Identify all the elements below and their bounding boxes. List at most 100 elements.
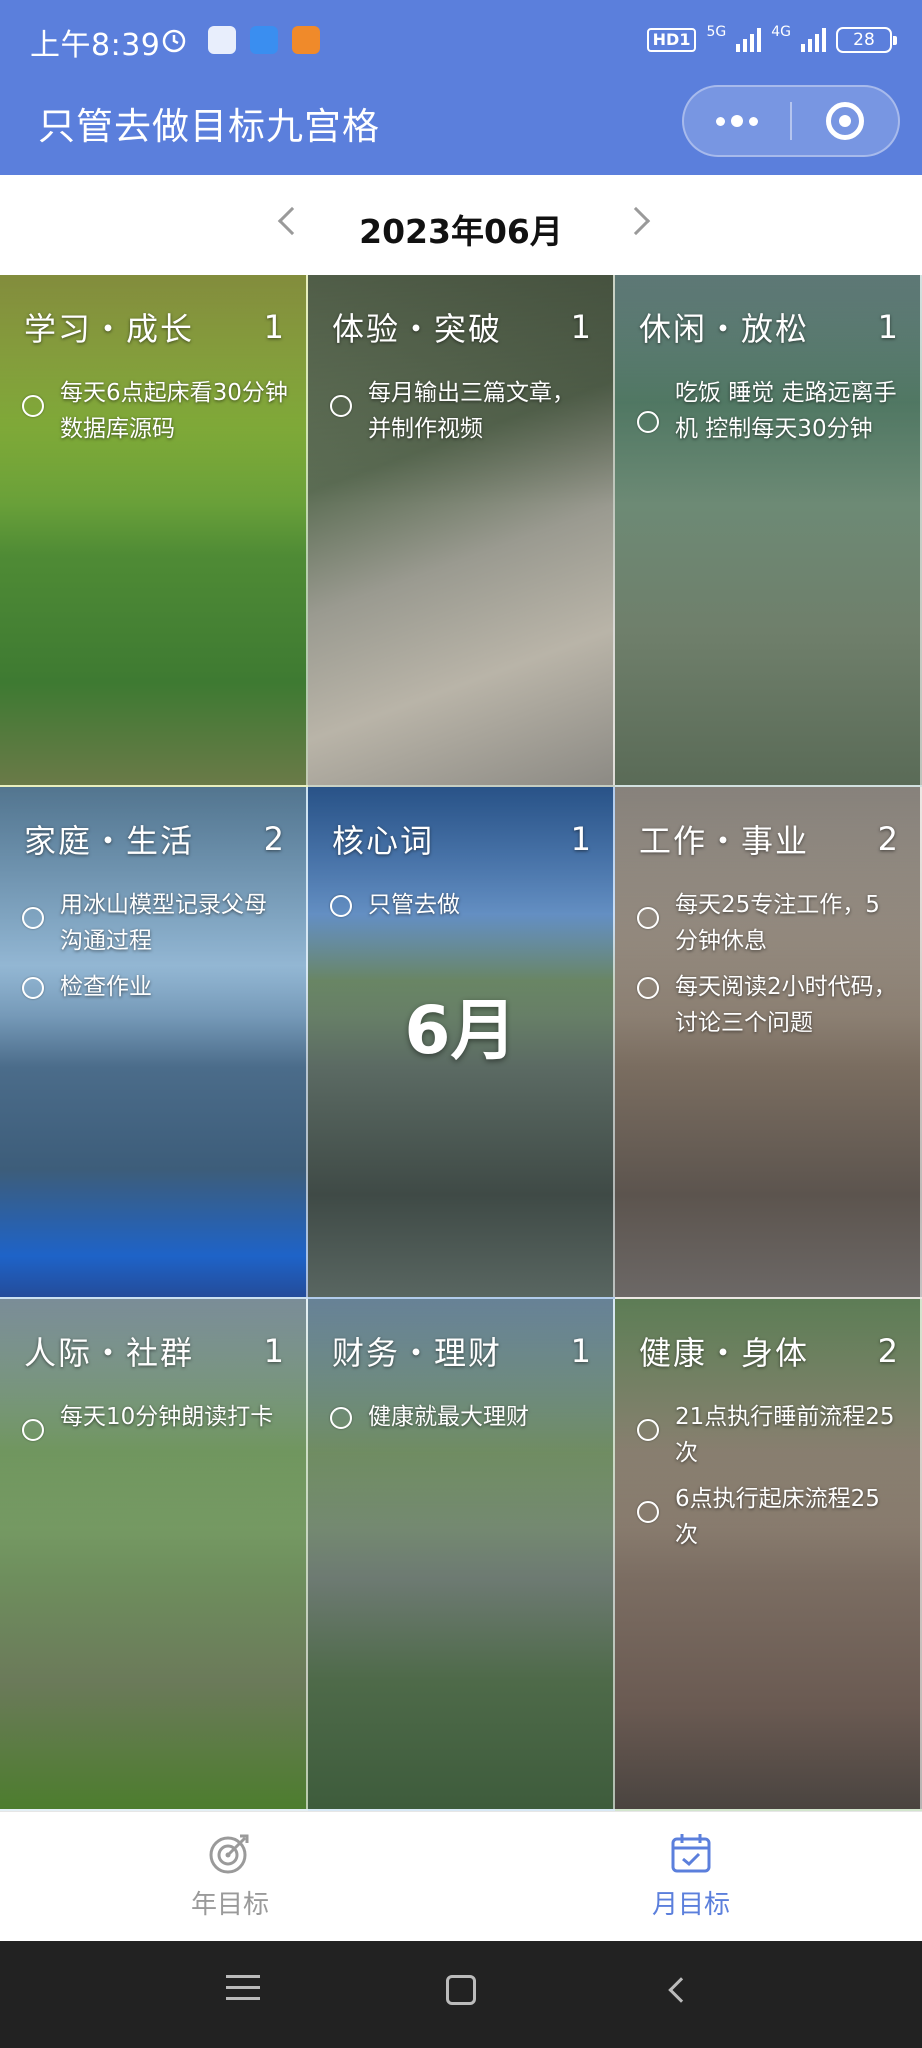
cell-title: 休闲・放松 bbox=[639, 310, 810, 348]
grid-cell-experience-breakthrough[interactable]: 体验・突破 1 每月输出三篇文章，并制作视频 bbox=[308, 275, 615, 787]
task-item[interactable]: 只管去做 bbox=[330, 887, 595, 923]
grid-cell-family-life[interactable]: 家庭・生活 2 用冰山模型记录父母沟通过程 检查作业 bbox=[0, 787, 308, 1299]
hd-badge: HD1 bbox=[646, 28, 697, 52]
calendar-check-icon bbox=[668, 1830, 714, 1876]
task-list: 健康就最大理财 bbox=[330, 1399, 595, 1445]
cell-title: 家庭・生活 bbox=[24, 822, 195, 860]
task-item[interactable]: 每天25专注工作，5分钟休息 bbox=[637, 887, 902, 959]
cell-title: 核心词 bbox=[332, 822, 435, 860]
cell-title: 健康・身体 bbox=[639, 1334, 810, 1372]
task-text: 每月输出三篇文章，并制作视频 bbox=[368, 380, 575, 442]
status-time: 上午8:39 bbox=[30, 28, 161, 63]
task-list: 吃饭 睡觉 走路远离手机 控制每天30分钟 bbox=[637, 375, 902, 457]
task-text: 6点执行起床流程25次 bbox=[675, 1486, 880, 1548]
signal-5g-icon bbox=[736, 28, 762, 52]
task-list: 用冰山模型记录父母沟通过程 检查作业 bbox=[22, 887, 288, 1015]
month-label: 2023年06月 bbox=[359, 212, 563, 251]
checkbox-circle-icon[interactable] bbox=[637, 411, 659, 433]
cell-count: 1 bbox=[263, 1332, 284, 1370]
task-list: 每天25专注工作，5分钟休息 每天阅读2小时代码，讨论三个问题 bbox=[637, 887, 902, 1051]
tab-year-goals[interactable]: 年目标 bbox=[130, 1830, 330, 1921]
checkbox-circle-icon[interactable] bbox=[22, 907, 44, 929]
checkbox-circle-icon[interactable] bbox=[330, 1407, 352, 1429]
task-list: 只管去做 bbox=[330, 887, 595, 933]
task-item[interactable]: 检查作业 bbox=[22, 969, 288, 1005]
cell-count: 2 bbox=[877, 1332, 898, 1370]
cell-header: 人际・社群 1 bbox=[24, 1329, 284, 1373]
cell-count: 1 bbox=[570, 308, 591, 346]
checkbox-circle-icon[interactable] bbox=[637, 977, 659, 999]
system-nav-bar bbox=[0, 1941, 922, 2048]
grid-cell-health-body[interactable]: 健康・身体 2 21点执行睡前流程25次 6点执行起床流程25次 bbox=[615, 1299, 922, 1811]
goal-grid: 学习・成长 1 每天6点起床看30分钟数据库源码 体验・突破 1 每月输出三篇文… bbox=[0, 275, 922, 1811]
checkbox-circle-icon[interactable] bbox=[22, 977, 44, 999]
task-item[interactable]: 每天6点起床看30分钟数据库源码 bbox=[22, 375, 288, 447]
cell-count: 2 bbox=[263, 820, 284, 858]
cell-header: 健康・身体 2 bbox=[639, 1329, 898, 1373]
task-item[interactable]: 6点执行起床流程25次 bbox=[637, 1481, 902, 1553]
tab-month-goals[interactable]: 月目标 bbox=[591, 1830, 791, 1921]
title-bar: 只管去做目标九宫格 bbox=[0, 82, 922, 175]
task-text: 每天25专注工作，5分钟休息 bbox=[675, 892, 880, 954]
bottom-tab-bar: 年目标 月目标 bbox=[0, 1811, 922, 1941]
checkbox-circle-icon[interactable] bbox=[22, 1419, 44, 1441]
cell-header: 休闲・放松 1 bbox=[639, 305, 898, 349]
grid-cell-work-career[interactable]: 工作・事业 2 每天25专注工作，5分钟休息 每天阅读2小时代码，讨论三个问题 bbox=[615, 787, 922, 1299]
cell-header: 核心词 1 bbox=[332, 817, 591, 861]
task-item[interactable]: 用冰山模型记录父母沟通过程 bbox=[22, 887, 288, 959]
task-text: 用冰山模型记录父母沟通过程 bbox=[60, 892, 267, 954]
task-item[interactable]: 吃饭 睡觉 走路远离手机 控制每天30分钟 bbox=[637, 375, 902, 447]
checkbox-circle-icon[interactable] bbox=[637, 907, 659, 929]
task-text: 健康就最大理财 bbox=[368, 1404, 529, 1430]
cell-header: 学习・成长 1 bbox=[24, 305, 284, 349]
miniprogram-capsule bbox=[682, 85, 900, 157]
grid-cell-study-growth[interactable]: 学习・成长 1 每天6点起床看30分钟数据库源码 bbox=[0, 275, 308, 787]
cell-count: 2 bbox=[877, 820, 898, 858]
status-right: HD1 5G 4G 28 bbox=[646, 22, 897, 58]
app-notification-icon bbox=[208, 26, 236, 54]
menu-icon[interactable] bbox=[226, 1975, 260, 2008]
cell-header: 财务・理财 1 bbox=[332, 1329, 591, 1373]
task-text: 检查作业 bbox=[60, 974, 152, 1000]
task-item[interactable]: 健康就最大理财 bbox=[330, 1399, 595, 1435]
grid-cell-social-community[interactable]: 人际・社群 1 每天10分钟朗读打卡 bbox=[0, 1299, 308, 1811]
task-item[interactable]: 21点执行睡前流程25次 bbox=[637, 1399, 902, 1471]
more-dots-icon[interactable] bbox=[684, 87, 790, 155]
tab-label: 年目标 bbox=[190, 1890, 269, 1920]
task-text: 21点执行睡前流程25次 bbox=[675, 1404, 895, 1466]
grid-cell-core-word[interactable]: 核心词 1 只管去做 6月 bbox=[308, 787, 615, 1299]
checkbox-circle-icon[interactable] bbox=[637, 1419, 659, 1441]
checkbox-circle-icon[interactable] bbox=[330, 395, 352, 417]
month-navigator: 2023年06月 bbox=[0, 175, 922, 275]
task-item[interactable]: 每天10分钟朗读打卡 bbox=[22, 1399, 288, 1441]
alarm-icon bbox=[160, 26, 188, 54]
cell-count: 1 bbox=[570, 1332, 591, 1370]
cell-title: 体验・突破 bbox=[332, 310, 503, 348]
cell-count: 1 bbox=[263, 308, 284, 346]
page-title: 只管去做目标九宫格 bbox=[38, 105, 380, 148]
task-text: 吃饭 睡觉 走路远离手机 控制每天30分钟 bbox=[675, 380, 897, 442]
grid-cell-finance[interactable]: 财务・理财 1 健康就最大理财 bbox=[308, 1299, 615, 1811]
task-list: 每天10分钟朗读打卡 bbox=[22, 1399, 288, 1451]
task-text: 只管去做 bbox=[368, 892, 460, 918]
checkbox-circle-icon[interactable] bbox=[637, 1501, 659, 1523]
net-label-4g: 4G bbox=[771, 24, 791, 40]
checkbox-circle-icon[interactable] bbox=[330, 895, 352, 917]
task-item[interactable]: 每月输出三篇文章，并制作视频 bbox=[330, 375, 595, 447]
task-text: 每天阅读2小时代码，讨论三个问题 bbox=[675, 974, 897, 1036]
cell-header: 家庭・生活 2 bbox=[24, 817, 284, 861]
game-notification-icon bbox=[292, 26, 320, 54]
cell-count: 1 bbox=[877, 308, 898, 346]
cell-title: 学习・成长 bbox=[24, 310, 195, 348]
battery-level: 28 bbox=[853, 30, 875, 50]
target-close-icon[interactable] bbox=[792, 87, 898, 155]
cell-count: 1 bbox=[570, 820, 591, 858]
back-icon[interactable] bbox=[668, 1977, 694, 2003]
task-item[interactable]: 每天阅读2小时代码，讨论三个问题 bbox=[637, 969, 902, 1041]
top-bar: 上午8:39 HD1 5G 4G 28 只管去做目标九宫格 bbox=[0, 0, 922, 175]
tab-label: 月目标 bbox=[651, 1890, 730, 1920]
checkbox-circle-icon[interactable] bbox=[22, 395, 44, 417]
signal-4g-icon bbox=[801, 28, 826, 52]
grid-cell-leisure-relax[interactable]: 休闲・放松 1 吃饭 睡觉 走路远离手机 控制每天30分钟 bbox=[615, 275, 922, 787]
home-icon[interactable] bbox=[446, 1975, 476, 2005]
